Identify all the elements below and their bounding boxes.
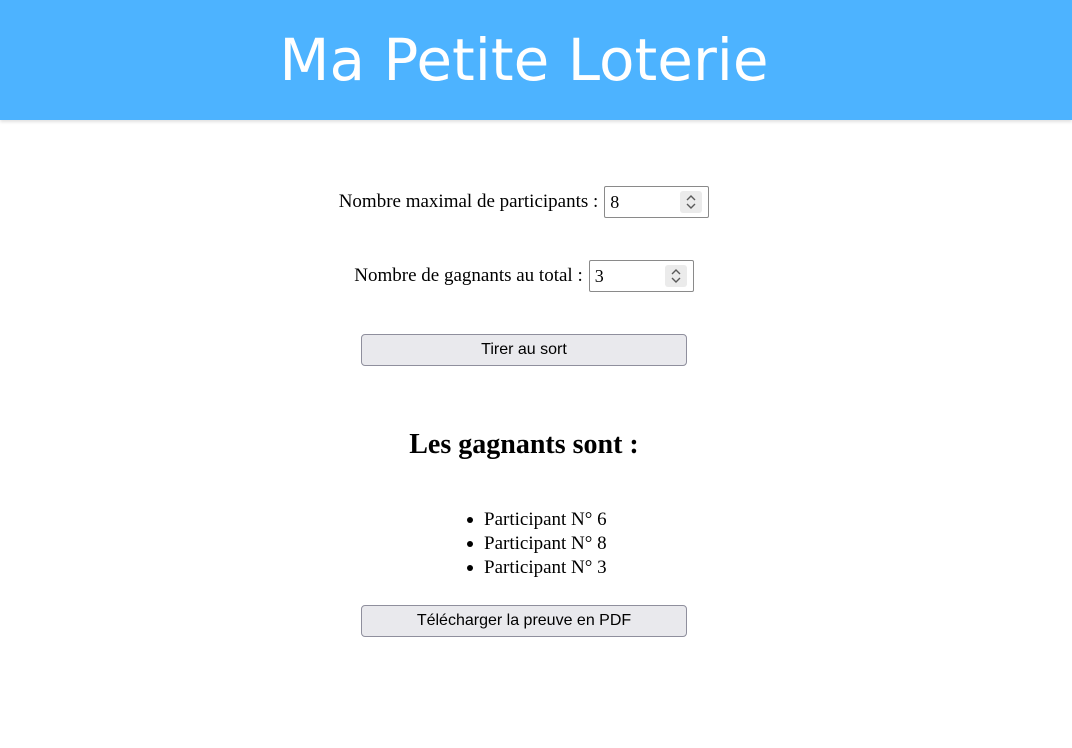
winners-list: Participant N° 6 Participant N° 8 Partic… (467, 508, 607, 580)
total-winners-input[interactable]: 3 (588, 260, 694, 292)
total-winners-label: Nombre de gagnants au total : (354, 265, 583, 286)
max-participants-row: Nombre maximal de participants : 8 (0, 186, 1048, 218)
chevron-down-icon[interactable] (684, 202, 698, 211)
max-participants-label: Nombre maximal de participants : (338, 191, 599, 212)
app-title: Ma Petite Loterie (279, 26, 769, 94)
chevron-up-icon[interactable] (669, 267, 683, 276)
header-banner: Ma Petite Loterie (0, 0, 1072, 120)
total-winners-row: Nombre de gagnants au total : 3 (0, 260, 1048, 292)
draw-button[interactable]: Tirer au sort (361, 334, 687, 366)
winner-item: Participant N° 6 (467, 509, 607, 530)
download-pdf-button[interactable]: Télécharger la preuve en PDF (361, 605, 687, 637)
winners-heading: Les gagnants sont : (409, 429, 639, 460)
total-winners-value[interactable]: 3 (590, 266, 604, 287)
winner-item: Participant N° 8 (467, 533, 607, 554)
chevron-up-icon[interactable] (684, 193, 698, 202)
chevron-down-icon[interactable] (669, 276, 683, 285)
spinner-arrows-icon[interactable] (680, 191, 703, 213)
spinner-arrows-icon[interactable] (664, 265, 687, 287)
max-participants-value[interactable]: 8 (605, 192, 619, 213)
winner-item: Participant N° 3 (467, 557, 607, 578)
max-participants-input[interactable]: 8 (604, 186, 710, 218)
